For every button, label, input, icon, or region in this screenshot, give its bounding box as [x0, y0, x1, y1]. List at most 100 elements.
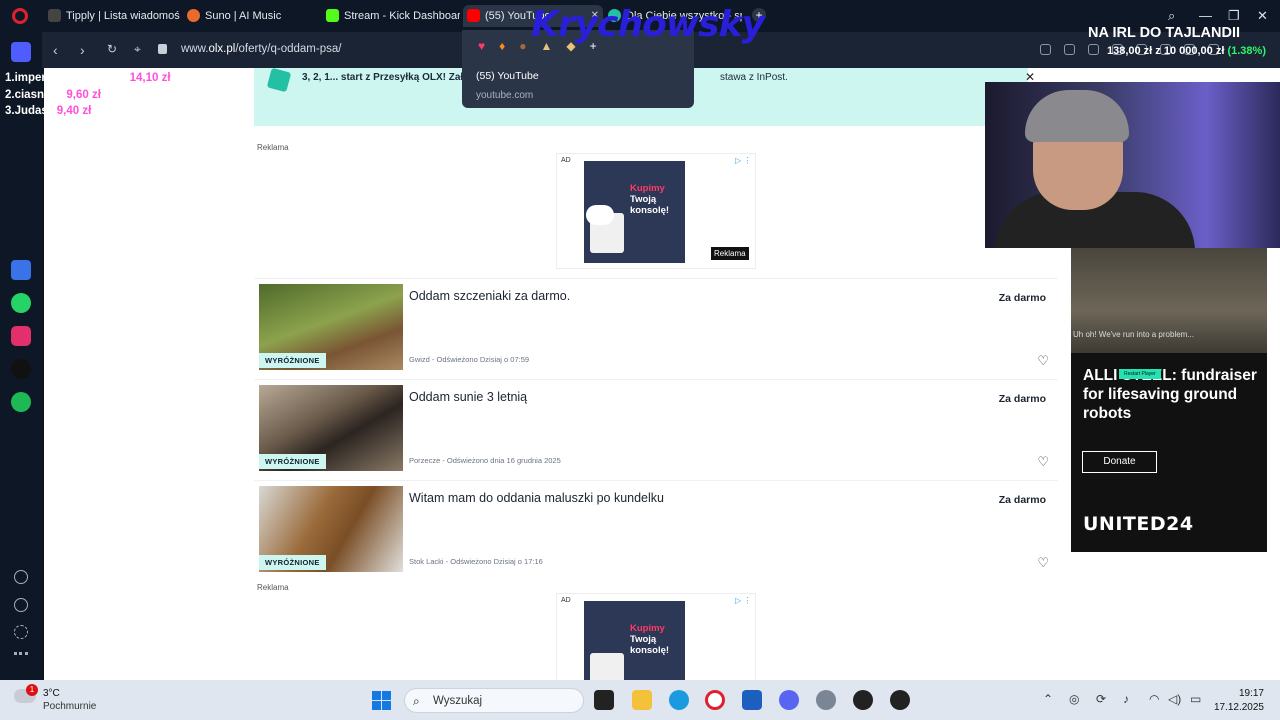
reload-icon[interactable]: ↻: [107, 42, 117, 56]
task-view-icon[interactable]: [594, 690, 614, 710]
console-ad[interactable]: AD ▷ ⋮ Kupimy Twoją konsolę!: [556, 593, 756, 680]
settings-icon[interactable]: [14, 625, 28, 639]
location-icon[interactable]: ⌖: [134, 42, 141, 57]
listing-meta: Porzecze - Odświeżono dnia 16 grudnia 20…: [409, 456, 561, 465]
console-ad[interactable]: AD ▷ ⋮ Kupimy Twoją konsolę! Reklama: [556, 153, 756, 269]
featured-badge: WYRÓŻNIONE: [259, 353, 326, 368]
url-field[interactable]: www.olx.pl/oferty/q-oddam-psa/: [181, 43, 341, 55]
opera-taskbar-icon[interactable]: [705, 690, 725, 710]
aria-icon[interactable]: [11, 260, 31, 280]
fire-reaction-icon[interactable]: ♦: [499, 39, 519, 53]
windows-start-icon[interactable]: [372, 691, 391, 710]
media-player-icon[interactable]: [890, 690, 910, 710]
tray-chevron-icon[interactable]: ⌃: [1043, 692, 1053, 706]
taskbar-search[interactable]: ⌕ Wyszukaj: [404, 688, 584, 713]
goal-amount: 138,00 zł z 10 000,00 zł: [1106, 45, 1225, 57]
back-icon[interactable]: ‹: [53, 42, 58, 58]
ad-headline: ALLI STEEL: fundraiser for lifesaving gr…: [1083, 367, 1257, 422]
home-icon[interactable]: [11, 42, 31, 62]
url-path: /oferty/q-oddam-psa/: [235, 43, 342, 55]
favorite-heart-icon[interactable]: ♡: [1037, 454, 1049, 470]
united24-ad[interactable]: Uh oh! We've run into a problem... ALLI …: [1071, 248, 1267, 552]
weather-temperature[interactable]: 3°C: [43, 688, 60, 699]
adchoices-icon[interactable]: ▷ ⋮: [735, 156, 751, 165]
url-domain: olx.pl: [208, 43, 236, 55]
edge-icon[interactable]: [669, 690, 689, 710]
minimize-icon[interactable]: —: [1199, 8, 1212, 23]
maximize-icon[interactable]: ❐: [1228, 8, 1240, 24]
restart-player-button[interactable]: Restart Player: [1119, 369, 1161, 379]
ad-marker: AD: [561, 157, 571, 164]
ad-headline-1: Kupimy: [630, 623, 665, 634]
youtube-favicon-icon: [467, 9, 480, 22]
battery-icon[interactable]: ▭: [1190, 692, 1201, 706]
close-window-icon[interactable]: ✕: [1257, 8, 1268, 24]
tooltip-title: (55) YouTube: [476, 70, 539, 82]
streamer-name-overlay: Krychowsky: [531, 4, 765, 45]
listing-card[interactable]: WYRÓŻNIONE Witam mam do oddania maluszki…: [254, 480, 1058, 576]
heart-reaction-icon[interactable]: ♥: [478, 39, 499, 53]
settings-app-icon[interactable]: [816, 690, 836, 710]
search-tabs-icon[interactable]: ⌕: [1168, 8, 1175, 24]
ad-badge: Reklama: [711, 247, 749, 260]
volume-icon[interactable]: ◁): [1168, 692, 1181, 706]
top-donors-list: 1.imperator z betlejem 14,10 zł 2.ciasny…: [5, 70, 171, 120]
listing-price: Za darmo: [998, 393, 1046, 405]
listing-card[interactable]: WYRÓŻNIONE Oddam szczeniaki za darmo. Za…: [254, 278, 1058, 374]
donor-name: 1.imperator z betlejem: [5, 72, 127, 84]
ad-image: Kupimy Twoją konsolę!: [584, 601, 685, 680]
donor-amount: 9,60 zł: [66, 88, 101, 101]
tooltip-url: youtube.com: [476, 90, 534, 101]
instagram-icon[interactable]: [11, 326, 31, 346]
donor-row: 3.Judasz 9,40 zł: [5, 103, 171, 120]
donate-button[interactable]: Donate: [1082, 451, 1157, 473]
discord-icon[interactable]: [779, 690, 799, 710]
store-icon[interactable]: [742, 690, 762, 710]
donor-row: 2.ciasny77 9,60 zł: [5, 87, 171, 104]
promo-box-icon: [266, 68, 292, 93]
tab-kick[interactable]: Stream - Kick Dashboard: [322, 5, 460, 27]
opera-logo-icon[interactable]: [12, 8, 28, 24]
lock-icon: [158, 44, 167, 54]
clock[interactable]: 19:17 17.12.2025: [1212, 687, 1264, 715]
donor-name: 3.Judasz: [5, 105, 54, 117]
listing-meta: Gwizd - Odświeżono Dzisiaj o 07:59: [409, 355, 530, 364]
wifi-icon[interactable]: ◠: [1149, 692, 1159, 706]
ad-headline: Kupimy Twoją konsolę!: [630, 623, 669, 656]
promo-text-right: stawa z InPost.: [720, 72, 788, 83]
listing-title[interactable]: Oddam szczeniaki za darmo.: [409, 289, 570, 303]
tiktok-icon[interactable]: [11, 359, 31, 379]
goal-progress: 138,00 zł z 10 000,00 zł (1.38%): [1040, 45, 1280, 57]
ad-headline-1: Kupimy: [630, 183, 665, 194]
more-icon[interactable]: [14, 652, 28, 656]
tray-sync-icon[interactable]: ⟳: [1096, 692, 1106, 706]
obs-icon[interactable]: [853, 690, 873, 710]
listing-title[interactable]: Witam mam do oddania maluszki po kundelk…: [409, 491, 664, 505]
featured-badge: WYRÓŻNIONE: [259, 454, 326, 469]
tab-label: Stream - Kick Dashboard: [344, 10, 460, 22]
spotify-icon[interactable]: [11, 392, 31, 412]
listing-price: Za darmo: [998, 494, 1046, 506]
close-ad-icon[interactable]: ✕: [1025, 70, 1035, 84]
clock-time: 19:17: [1238, 688, 1264, 699]
featured-badge: WYRÓŻNIONE: [259, 555, 326, 570]
tab-tipply[interactable]: Tipply | Lista wiadomości: [44, 5, 180, 27]
adchoices-icon[interactable]: ▷ ⋮: [735, 596, 751, 605]
webcam-person-cap: [1025, 90, 1129, 142]
tab-suno[interactable]: Suno | AI Music: [183, 5, 313, 27]
microphone-icon[interactable]: ♪: [1123, 692, 1129, 706]
gamepad-image: [586, 205, 614, 225]
heart-icon[interactable]: [14, 570, 28, 584]
favorite-heart-icon[interactable]: ♡: [1037, 353, 1049, 369]
history-icon[interactable]: [14, 598, 28, 612]
donor-amount: 9,40 zł: [56, 105, 92, 117]
whatsapp-icon[interactable]: [11, 293, 31, 313]
united24-logo: UNITED24: [1083, 513, 1194, 535]
listing-card[interactable]: WYRÓŻNIONE Oddam sunie 3 letnią Za darmo…: [254, 379, 1058, 475]
favorite-heart-icon[interactable]: ♡: [1037, 555, 1049, 571]
forward-icon[interactable]: ›: [80, 42, 85, 58]
listing-title[interactable]: Oddam sunie 3 letnią: [409, 390, 527, 404]
file-explorer-icon[interactable]: [632, 690, 652, 710]
tray-app-icon[interactable]: ◎: [1069, 692, 1079, 706]
weather-condition[interactable]: Pochmurnie: [43, 701, 96, 712]
